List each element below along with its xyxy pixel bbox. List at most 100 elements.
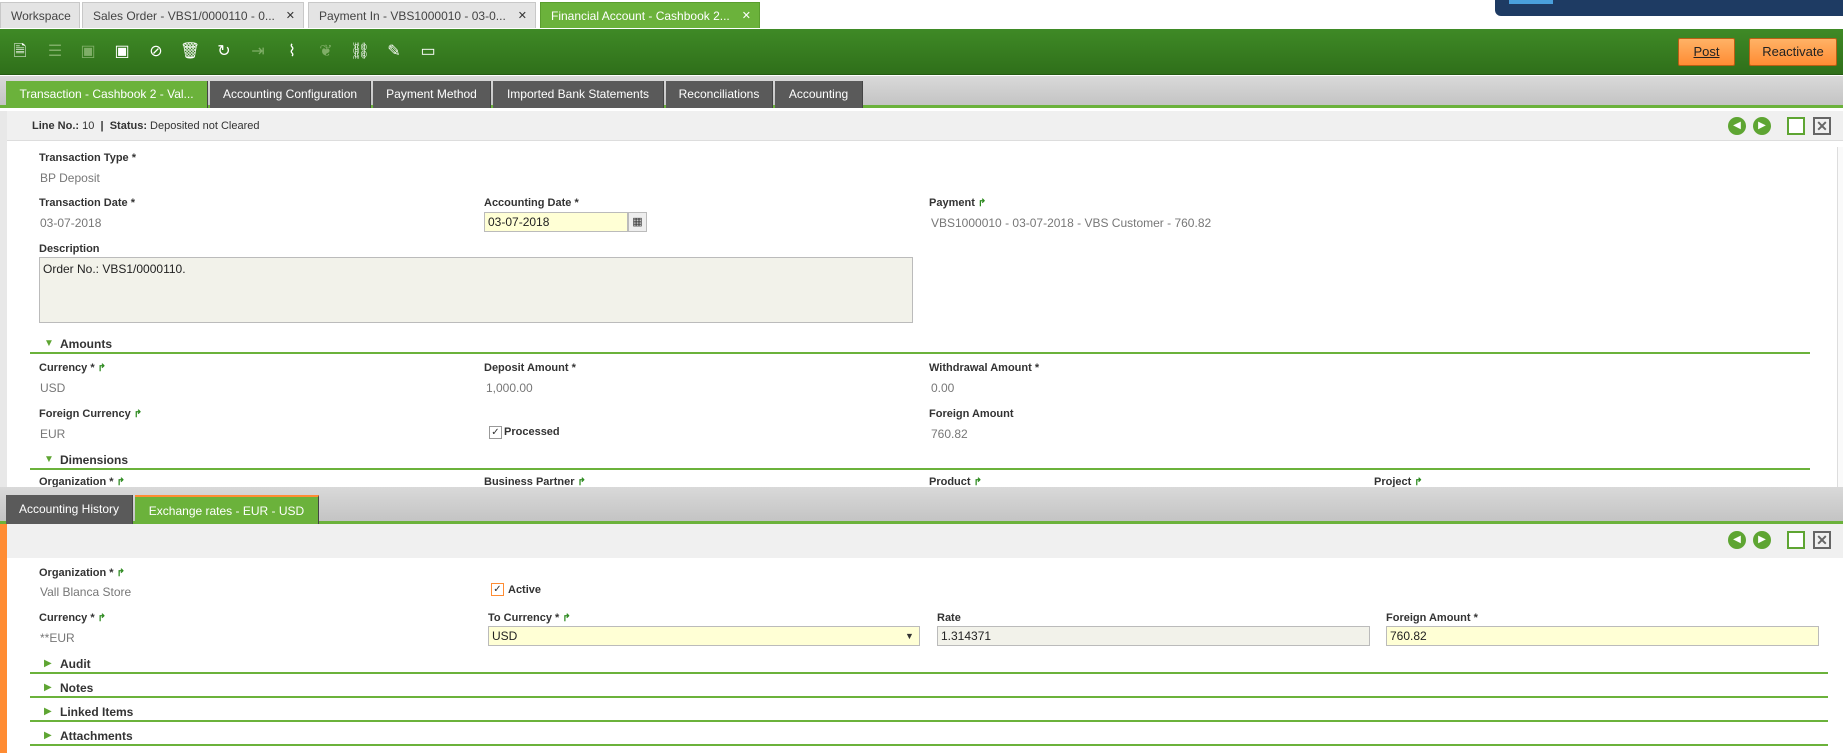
product-label: Product ↱ <box>929 476 982 487</box>
close-form-icon[interactable]: ✕ <box>1813 117 1831 135</box>
save-icon[interactable]: ▣ <box>78 42 98 62</box>
exchange-currency-value[interactable]: **EUR <box>40 631 75 645</box>
accounting-date-label: Accounting Date * <box>484 197 579 209</box>
calendar-icon[interactable]: ▦ <box>628 212 647 232</box>
close-form-icon[interactable]: ✕ <box>1813 531 1831 549</box>
link-arrow-icon[interactable]: ↱ <box>134 409 142 420</box>
close-icon[interactable]: ✕ <box>518 3 527 28</box>
child-tab-bar: Accounting History Exchange rates - EUR … <box>0 487 1843 524</box>
window-tab-financial-account[interactable]: Financial Account - Cashbook 2... ✕ <box>540 2 760 28</box>
reactivate-button[interactable]: Reactivate <box>1749 38 1837 66</box>
transaction-date-label: Transaction Date * <box>39 197 135 209</box>
rate-label: Rate <box>937 612 961 624</box>
link-arrow-icon[interactable]: ↱ <box>117 477 125 487</box>
dimensions-section-header[interactable]: ▼ Dimensions <box>30 450 1810 470</box>
previous-record-icon[interactable]: ◀ <box>1728 531 1746 549</box>
close-icon[interactable]: ✕ <box>742 3 751 28</box>
processed-checkbox[interactable]: ✓ <box>489 426 502 439</box>
notes-section-header[interactable]: ▶ Notes <box>30 678 1828 698</box>
link-arrow-icon[interactable]: ↱ <box>98 613 106 624</box>
form-left-bar <box>0 111 7 487</box>
processed-label: Processed <box>504 426 560 438</box>
tab-imported-bank-statements[interactable]: Imported Bank Statements <box>493 81 664 108</box>
active-checkbox[interactable]: ✓ <box>491 583 504 596</box>
collapse-triangle-icon: ▼ <box>44 454 54 465</box>
next-record-icon[interactable]: ▶ <box>1753 117 1771 135</box>
exchange-foreign-amount-input[interactable]: 760.82 <box>1386 626 1819 646</box>
transaction-date-value[interactable]: 03-07-2018 <box>40 216 101 230</box>
linked-items-section-header[interactable]: ▶ Linked Items <box>30 702 1828 722</box>
window-tab-label: Sales Order - VBS1/0000110 - 0... <box>93 9 275 23</box>
window-tab-workspace[interactable]: Workspace <box>0 2 80 28</box>
grid-view-icon[interactable]: ☰ <box>45 42 65 62</box>
attachments-section-header[interactable]: ▶ Attachments <box>30 726 1828 746</box>
maximize-icon[interactable] <box>1787 117 1805 135</box>
window-tab-sales-order[interactable]: Sales Order - VBS1/0000110 - 0... ✕ <box>82 2 304 28</box>
link-arrow-icon[interactable]: ↱ <box>978 198 986 209</box>
window-tab-label: Financial Account - Cashbook 2... <box>551 9 730 23</box>
save-close-icon[interactable]: ▣ <box>112 42 132 62</box>
window-tab-payment-in[interactable]: Payment In - VBS1000010 - 03-0... ✕ <box>308 2 536 28</box>
tab-label: Exchange rates - EUR - USD <box>148 504 305 518</box>
rate-input[interactable]: 1.314371 <box>937 626 1370 646</box>
link-arrow-icon[interactable]: ↱ <box>117 568 125 579</box>
tab-accounting-history[interactable]: Accounting History <box>6 495 133 524</box>
maximize-icon[interactable] <box>1787 531 1805 549</box>
active-label: Active <box>508 584 542 596</box>
withdrawal-amount-value[interactable]: 0.00 <box>931 381 954 395</box>
exchange-organization-value[interactable]: Vall Blanca Store <box>40 585 131 599</box>
amounts-section-header[interactable]: ▼ Amounts <box>30 334 1810 354</box>
previous-record-icon[interactable]: ◀ <box>1728 117 1746 135</box>
link-arrow-icon[interactable]: ↱ <box>974 477 982 487</box>
post-button[interactable]: Post <box>1678 38 1735 66</box>
link-arrow-icon[interactable]: ↱ <box>98 363 106 374</box>
tab-label: Imported Bank Statements <box>506 87 650 101</box>
close-icon[interactable]: ✕ <box>286 3 295 28</box>
link-arrow-icon[interactable]: ↱ <box>562 613 570 624</box>
tab-payment-method[interactable]: Payment Method <box>373 81 491 108</box>
tab-transaction[interactable]: Transaction - Cashbook 2 - Val... <box>6 81 208 108</box>
accounting-date-input[interactable]: 03-07-2018 <box>484 212 628 232</box>
foreign-amount-label: Foreign Amount <box>929 408 1014 420</box>
expand-triangle-icon: ▶ <box>44 658 52 669</box>
link-arrow-icon[interactable]: ↱ <box>577 477 585 487</box>
payment-label-text: Payment <box>929 197 975 209</box>
audit-section-title: Audit <box>60 657 91 671</box>
audit-trail-icon[interactable]: ❦ <box>316 42 336 62</box>
tab-accounting[interactable]: Accounting <box>775 81 863 108</box>
foreign-amount-value[interactable]: 760.82 <box>931 427 968 441</box>
tools-icon[interactable]: ✎ <box>384 42 404 62</box>
user-widget-chip <box>1509 0 1553 4</box>
new-document-icon[interactable]: 🗎 <box>10 42 30 62</box>
deposit-amount-label: Deposit Amount * <box>484 362 576 374</box>
foreign-currency-value[interactable]: EUR <box>40 427 65 441</box>
to-currency-label-text: To Currency * <box>488 612 560 624</box>
link-arrow-icon[interactable]: ↱ <box>1414 477 1422 487</box>
chevron-down-icon[interactable]: ▼ <box>900 627 919 645</box>
organization-label: Organization * ↱ <box>39 476 125 487</box>
user-widget[interactable] <box>1495 0 1843 16</box>
deposit-amount-value[interactable]: 1,000.00 <box>486 381 533 395</box>
tab-reconciliations[interactable]: Reconciliations <box>666 81 773 108</box>
transaction-type-label: Transaction Type * <box>39 152 136 164</box>
window-tab-bar: Workspace Sales Order - VBS1/0000110 - 0… <box>0 0 1843 29</box>
attachment-icon[interactable]: ⌇ <box>282 42 302 62</box>
audit-section-header[interactable]: ▶ Audit <box>30 654 1828 674</box>
refresh-icon[interactable]: ↻ <box>214 42 234 62</box>
export-icon[interactable]: ⇥ <box>248 42 268 62</box>
tab-exchange-rates[interactable]: Exchange rates - EUR - USD <box>135 495 319 524</box>
to-currency-select[interactable]: USD <box>488 626 920 646</box>
currency-value[interactable]: USD <box>40 381 65 395</box>
form-scrollbar[interactable] <box>1837 147 1843 487</box>
link-icon[interactable]: ⛓ <box>350 42 370 62</box>
description-textarea[interactable]: Order No.: VBS1/0000110. <box>39 257 913 323</box>
transaction-type-value[interactable]: BP Deposit <box>40 171 100 185</box>
payment-value[interactable]: VBS1000010 - 03-07-2018 - VBS Customer -… <box>931 216 1211 230</box>
print-icon[interactable]: ▭ <box>418 42 438 62</box>
cancel-icon[interactable]: ⊘ <box>146 42 166 62</box>
delete-icon[interactable]: 🗑 <box>180 42 200 62</box>
line-number-value: 10 <box>82 120 95 132</box>
status-value: Deposited not Cleared <box>150 120 260 132</box>
next-record-icon[interactable]: ▶ <box>1753 531 1771 549</box>
tab-accounting-configuration[interactable]: Accounting Configuration <box>210 81 371 108</box>
